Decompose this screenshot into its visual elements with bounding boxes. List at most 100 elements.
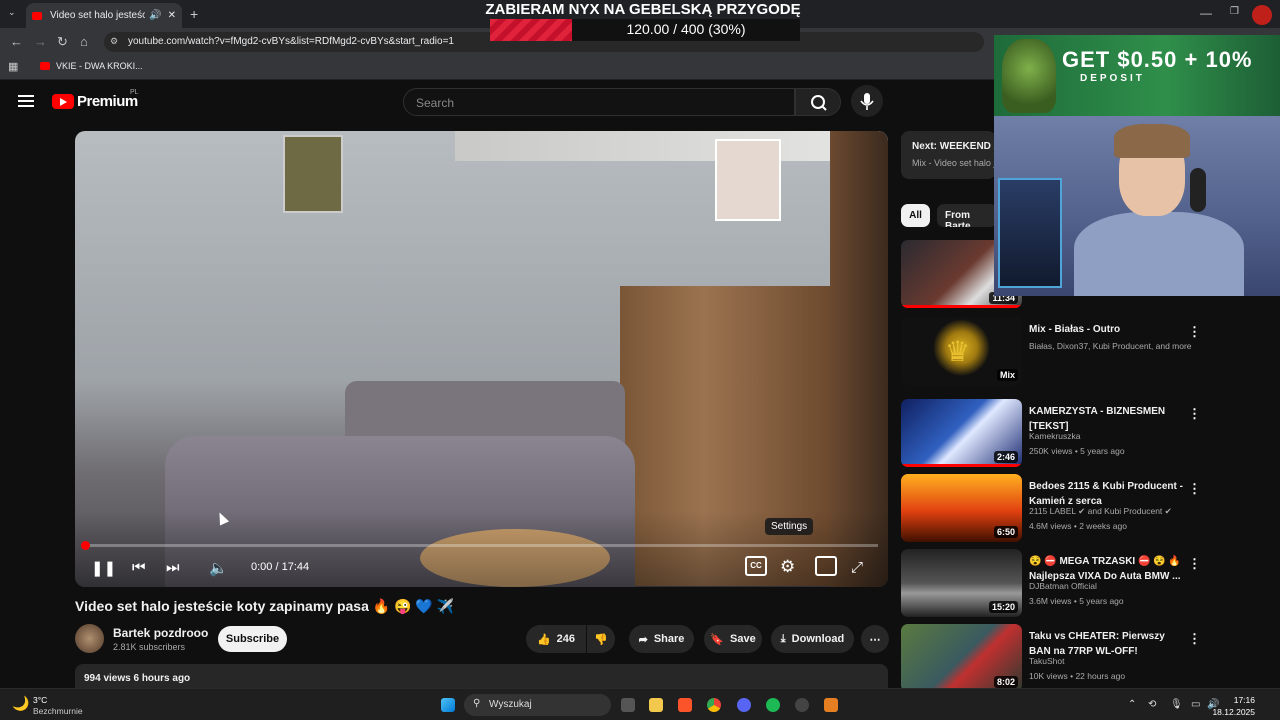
progress-bar[interactable] — [85, 544, 878, 547]
previous-icon[interactable]: ⏮ — [132, 559, 146, 576]
spotify-icon[interactable] — [766, 698, 780, 712]
region-code: PL — [130, 89, 139, 96]
share-label: Share — [653, 633, 685, 645]
browser-tab[interactable]: Video set halo jesteście koty 🔊 ✕ — [26, 3, 182, 28]
audio-icon[interactable]: 🔊 — [149, 10, 161, 21]
bookmark-item[interactable]: VKIE - DWA KROKI... — [40, 61, 143, 71]
task-view-icon[interactable] — [621, 698, 635, 712]
site-info-icon[interactable]: ⚙ — [110, 36, 118, 47]
back-icon[interactable]: ← — [10, 34, 23, 49]
miniplayer-icon[interactable] — [815, 556, 837, 576]
obs-icon[interactable] — [795, 698, 809, 712]
duration-badge: 8:02 — [993, 676, 1018, 688]
item-title[interactable]: Mix - Białas - Outro — [1029, 322, 1185, 337]
item-channel[interactable]: Kamekruszka — [1029, 431, 1219, 441]
volume-icon[interactable]: 🔈 — [209, 559, 228, 577]
scrubber-handle[interactable] — [81, 541, 90, 550]
search-button[interactable] — [795, 88, 841, 116]
subscribe-button[interactable]: Subscribe — [218, 626, 287, 652]
tray-mic-icon[interactable]: 🎙 — [1170, 699, 1183, 710]
item-title[interactable]: 😵 ⛔ MEGA TRZASKI ⛔ 😵 🔥 Najlepsza VIXA Do… — [1029, 554, 1185, 584]
item-title[interactable]: KAMERZYSTA - BIZNESMEN [TEKST] — [1029, 404, 1185, 434]
item-title[interactable]: Bedoes 2115 & Kubi Producent - Kamień z … — [1029, 479, 1185, 509]
save-button[interactable]: 🔖 Save — [704, 625, 762, 653]
fullscreen-icon[interactable]: ⤢ — [851, 559, 863, 576]
tray-sync-icon[interactable]: ⟲ — [1148, 699, 1156, 710]
youtube-premium-logo[interactable]: Premium — [77, 93, 138, 110]
settings-icon[interactable]: ⚙ — [780, 557, 795, 577]
pause-icon[interactable]: ❚❚ — [91, 559, 116, 577]
search-input[interactable]: Search — [403, 88, 795, 116]
file-explorer-icon[interactable] — [649, 698, 663, 712]
item-channel[interactable]: DJBatman Official — [1029, 581, 1219, 591]
goal-title: ZABIERAM NYX NA GEBELSKĄ PRZYGODĘ — [485, 1, 801, 18]
more-vert-icon[interactable]: ⋮ — [1188, 631, 1201, 647]
video-thumbnail[interactable]: 8:02 — [901, 624, 1022, 688]
forward-icon[interactable]: → — [34, 34, 47, 49]
chrome-icon[interactable] — [707, 698, 721, 712]
taskbar-search[interactable]: Wyszukaj — [464, 694, 611, 716]
item-channel[interactable]: Białas, Dixon37, Kubi Producent, and mor… — [1029, 341, 1219, 351]
windows-start-icon[interactable] — [441, 698, 455, 712]
apps-grid-icon[interactable]: ▦ — [8, 60, 18, 73]
up-next-card[interactable]: Next: WEEKEND x Mix - Video set halo j — [901, 131, 996, 179]
weather-moon-icon[interactable]: 🌙 — [12, 695, 29, 712]
share-button[interactable]: ➦ Share — [629, 625, 694, 653]
list-item[interactable]: ♛ Mix Mix - Białas - Outro Białas, Dixon… — [901, 317, 1280, 387]
tray-chevron-icon[interactable]: ⌃ — [1128, 699, 1136, 710]
next-icon[interactable]: ⏭ — [166, 559, 180, 576]
next-subtitle: Mix - Video set halo j — [912, 158, 996, 168]
item-meta: 4.6M views • 2 weeks ago — [1029, 521, 1127, 531]
maximize-icon[interactable]: ❐ — [1230, 6, 1239, 17]
tab-title: Video set halo jesteście koty — [50, 10, 146, 21]
video-frame-baby-photo — [715, 139, 781, 221]
minimize-icon[interactable]: — — [1200, 6, 1212, 20]
reload-icon[interactable]: ↻ — [57, 34, 68, 50]
list-item[interactable]: 2:46 KAMERZYSTA - BIZNESMEN [TEKST] Kame… — [901, 399, 1280, 469]
more-icon: ⋯ — [869, 633, 881, 646]
tab-close-icon[interactable]: ✕ — [168, 10, 176, 21]
like-button[interactable]: 👍 246 — [526, 625, 586, 653]
weather-desc: Bezchmurnie — [33, 706, 83, 716]
thumbs-down-icon: 👎 — [594, 633, 608, 646]
more-vert-icon[interactable]: ⋮ — [1188, 556, 1201, 572]
home-icon[interactable]: ⌂ — [80, 34, 88, 49]
video-thumbnail[interactable]: ♛ Mix — [901, 317, 1022, 385]
video-player[interactable]: Settings ❚❚ ⏮ ⏭ 🔈 0:00 / 17:44 CC ⚙ ⤢ — [75, 131, 888, 587]
list-item[interactable]: 8:02 Taku vs CHEATER: Pierwszy BAN na 77… — [901, 624, 1280, 688]
list-item[interactable]: 6:50 Bedoes 2115 & Kubi Producent - Kami… — [901, 474, 1280, 544]
youtube-logo-icon[interactable] — [52, 94, 74, 109]
discord-icon[interactable] — [737, 698, 751, 712]
video-thumbnail[interactable]: 2:46 — [901, 399, 1022, 467]
new-tab-icon[interactable]: + — [190, 6, 198, 22]
video-thumbnail[interactable]: 15:20 — [901, 549, 1022, 617]
webcam-person-hair — [1114, 124, 1190, 158]
chip-from-channel[interactable]: From Barte — [937, 204, 997, 227]
taskbar-clock[interactable]: 17:16 18.12.2025 — [1212, 694, 1255, 718]
brave-browser-icon[interactable] — [678, 698, 692, 712]
tray-network-icon[interactable]: ▭ — [1191, 699, 1200, 710]
profile-avatar-icon[interactable] — [1252, 5, 1272, 25]
more-vert-icon[interactable]: ⋮ — [1188, 481, 1201, 497]
item-channel[interactable]: TakuShot — [1029, 656, 1219, 666]
app-icon[interactable] — [824, 698, 838, 712]
channel-avatar[interactable] — [75, 624, 104, 653]
like-count: 246 — [556, 633, 576, 645]
menu-icon[interactable] — [18, 95, 34, 107]
more-actions-button[interactable]: ⋯ — [861, 625, 889, 653]
views-and-age: 994 views 6 hours ago — [84, 673, 191, 684]
captions-icon[interactable]: CC — [745, 556, 767, 576]
item-channel[interactable]: 2115 LABEL ✔ and Kubi Producent ✔ — [1029, 506, 1219, 517]
video-thumbnail[interactable]: 6:50 — [901, 474, 1022, 542]
chip-all[interactable]: All — [901, 204, 930, 227]
dislike-button[interactable]: 👎 — [587, 625, 615, 653]
more-vert-icon[interactable]: ⋮ — [1188, 324, 1201, 340]
download-button[interactable]: ⤓ Download — [771, 625, 854, 653]
item-title[interactable]: Taku vs CHEATER: Pierwszy BAN na 77RP WL… — [1029, 629, 1185, 659]
clock-time: 17:16 — [1233, 695, 1255, 705]
voice-search-button[interactable] — [851, 85, 883, 117]
more-vert-icon[interactable]: ⋮ — [1188, 406, 1201, 422]
channel-name[interactable]: Bartek pozdrooo — [113, 626, 208, 640]
list-item[interactable]: 15:20 😵 ⛔ MEGA TRZASKI ⛔ 😵 🔥 Najlepsza V… — [901, 549, 1280, 619]
tab-search-icon[interactable]: ⌄ — [8, 7, 16, 18]
